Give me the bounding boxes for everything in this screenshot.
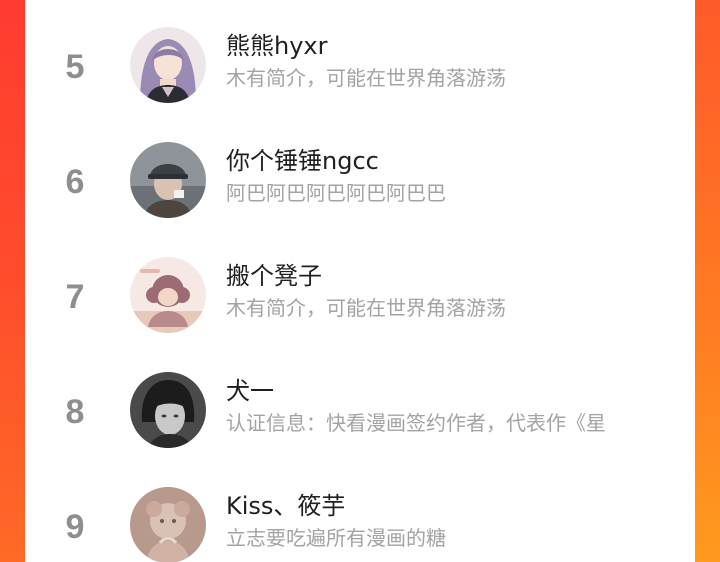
user-bio: 木有简介，可能在世界角落游荡 bbox=[226, 66, 506, 90]
doll-avatar[interactable] bbox=[130, 487, 206, 562]
anime-girl-avatar[interactable] bbox=[130, 27, 206, 103]
rank-number: 9 bbox=[65, 508, 85, 546]
user-bio: 阿巴阿巴阿巴阿巴阿巴巴 bbox=[226, 181, 446, 205]
ranking-row[interactable]: 9 Kiss、筱芋 立志要吃遍所有漫画的糖 bbox=[25, 475, 695, 562]
user-bio: 认证信息：快看漫画签约作者，代表作《星 bbox=[226, 411, 606, 435]
ranking-row[interactable]: 7 搬个凳子 木有简介，可能在世界角落游荡 bbox=[25, 245, 695, 345]
ranking-row[interactable]: 8 犬一 认证信息：快看漫画签约作者，代表作《星 bbox=[25, 360, 695, 460]
ranking-row[interactable]: 6 你个锤锤ngcc 阿巴阿巴阿巴阿巴阿巴巴 bbox=[25, 130, 695, 230]
rank-number: 6 bbox=[65, 163, 85, 201]
monochrome-portrait-avatar[interactable] bbox=[130, 372, 206, 448]
user-bio: 木有简介，可能在世界角落游荡 bbox=[226, 296, 506, 320]
rank-number: 5 bbox=[65, 48, 85, 86]
rank-number: 8 bbox=[65, 393, 85, 431]
user-name[interactable]: 搬个凳子 bbox=[226, 261, 322, 291]
ranking-list: 5 熊熊hyxr 木有简介，可能在世界角落游荡 6 你个锤锤ngcc 阿巴阿巴阿… bbox=[25, 0, 695, 562]
gradient-edge-left bbox=[0, 0, 25, 562]
rank-number: 7 bbox=[65, 278, 85, 316]
ranking-row[interactable]: 5 熊熊hyxr 木有简介，可能在世界角落游荡 bbox=[25, 15, 695, 115]
cartoon-girl-avatar[interactable] bbox=[130, 257, 206, 333]
gradient-edge-right bbox=[695, 0, 720, 562]
user-bio: 立志要吃遍所有漫画的糖 bbox=[226, 526, 446, 550]
user-name[interactable]: 熊熊hyxr bbox=[226, 31, 327, 61]
user-name[interactable]: Kiss、筱芋 bbox=[226, 491, 345, 521]
user-name[interactable]: 犬一 bbox=[226, 376, 274, 406]
user-name[interactable]: 你个锤锤ngcc bbox=[226, 146, 379, 176]
man-with-cap-avatar[interactable] bbox=[130, 142, 206, 218]
